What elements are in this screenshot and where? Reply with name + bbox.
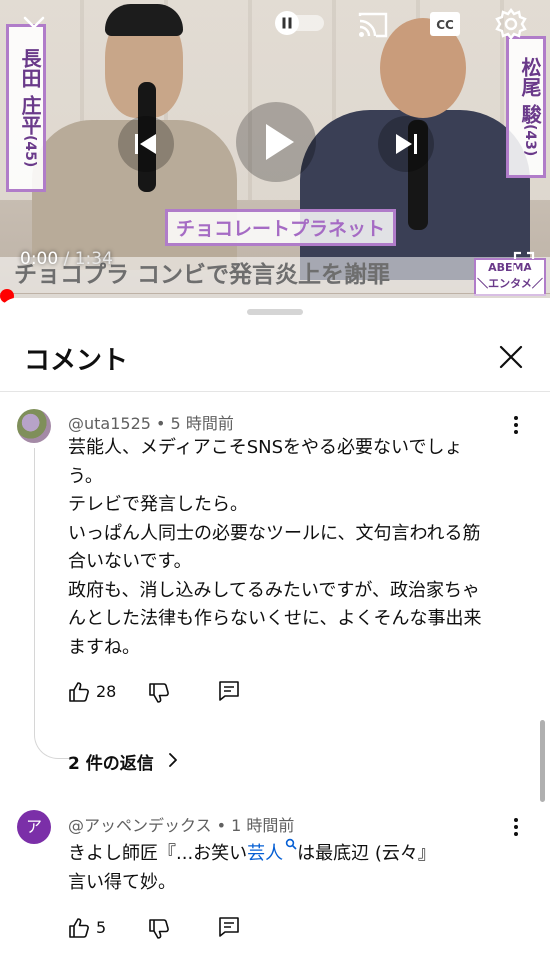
comment-text: 芸能人、メディアこそSNSをやる必要ないでしょ う。 テレビで発言したら。 いっ…	[68, 437, 482, 658]
reply-icon[interactable]	[218, 680, 240, 702]
comment-author[interactable]: @uta1525 • 5 時間前	[68, 410, 234, 434]
video-player[interactable]: 長田 庄平(45) 松尾 駿(43) チョコレートプラネット チョコプラ コンビ…	[0, 0, 550, 298]
like-count: 5	[96, 918, 107, 937]
pause-icon	[282, 17, 286, 29]
closed-captions-icon[interactable]: CC	[428, 9, 462, 39]
settings-gear-icon[interactable]	[494, 7, 528, 41]
thumbs-down-icon[interactable]	[148, 682, 170, 704]
search-icon	[285, 838, 297, 850]
video-person-left-hair	[105, 4, 183, 36]
thumbs-up-icon[interactable]	[68, 681, 90, 703]
avatar[interactable]	[17, 409, 51, 443]
thumbs-down-icon[interactable]	[148, 918, 170, 940]
comments-scrollbar[interactable]	[540, 720, 545, 802]
comment-text-prefix: きよし師匠『...お笑い	[68, 843, 248, 864]
autoplay-toggle[interactable]	[272, 10, 326, 36]
thumbs-up-icon[interactable]	[68, 917, 90, 939]
chevron-down-icon[interactable]	[20, 8, 48, 36]
svg-text:CC: CC	[436, 18, 454, 32]
chevron-right-icon[interactable]	[166, 751, 180, 769]
reply-icon[interactable]	[218, 916, 240, 938]
video-name-tag-right: 松尾 駿(43)	[506, 36, 546, 178]
more-options-icon[interactable]	[506, 815, 526, 839]
like-count: 28	[96, 682, 117, 701]
fullscreen-icon[interactable]	[512, 250, 536, 274]
comment-author[interactable]: @アッペンデックス • 1 時間前	[68, 812, 294, 836]
avatar[interactable]: ア	[17, 810, 51, 844]
view-replies-button[interactable]: 2 件の返信	[68, 749, 154, 774]
time-display: 0:00 / 1:34	[20, 249, 113, 269]
close-icon[interactable]	[496, 342, 526, 372]
comments-title: コメント	[24, 346, 129, 376]
next-icon[interactable]	[378, 116, 434, 172]
comment-text: きよし師匠『...お笑い芸人 は最底辺 (云々』 言い得て妙。	[68, 838, 508, 897]
video-caption-band: チョコレートプラネット	[165, 209, 397, 246]
more-options-icon[interactable]	[506, 413, 526, 437]
play-icon[interactable]	[236, 102, 316, 182]
search-link[interactable]: 芸人	[247, 838, 297, 864]
video-name-tag-left: 長田 庄平(45)	[6, 24, 46, 192]
cast-icon[interactable]	[356, 8, 390, 42]
previous-icon[interactable]	[118, 116, 174, 172]
header-divider	[0, 391, 550, 392]
drag-handle[interactable]	[247, 309, 303, 315]
